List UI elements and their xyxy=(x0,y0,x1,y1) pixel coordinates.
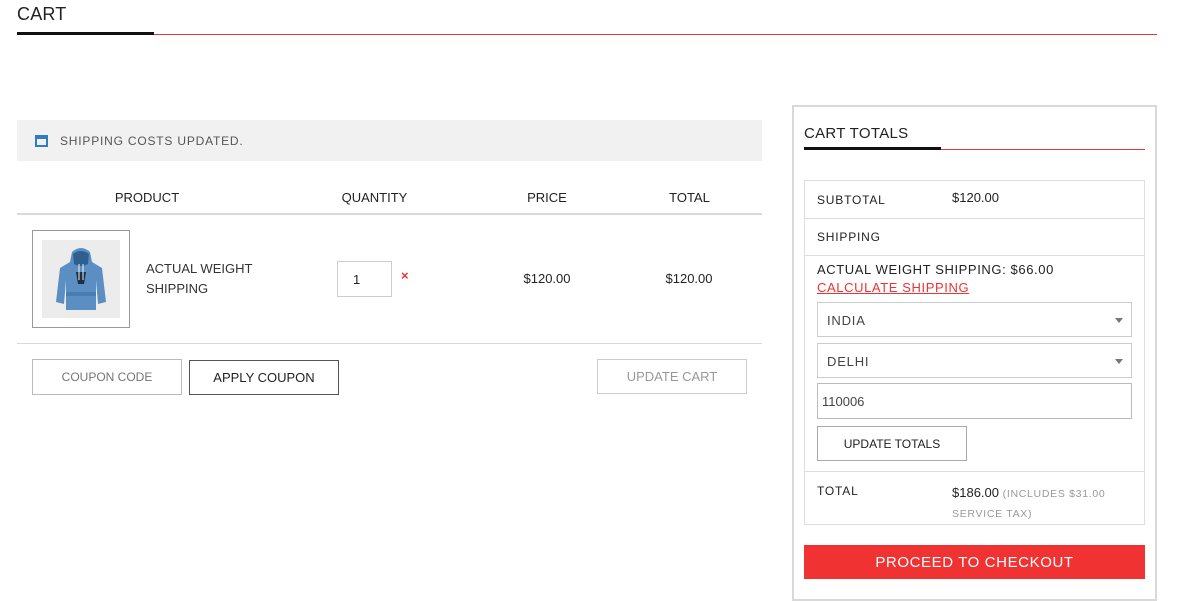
title-underline-accent xyxy=(17,32,154,35)
update-totals-button[interactable]: UPDATE TOTALS xyxy=(817,426,967,461)
shipping-label: SHIPPING xyxy=(817,230,881,244)
cart-table-header: PRODUCT QUANTITY PRICE TOTAL xyxy=(17,180,762,215)
chevron-down-icon xyxy=(1115,318,1123,323)
state-value: DELHI xyxy=(827,354,870,369)
column-price: PRICE xyxy=(527,190,567,205)
product-name-link[interactable]: ACTUAL WEIGHT SHIPPING xyxy=(146,259,286,299)
column-total: TOTAL xyxy=(669,190,710,205)
chevron-down-icon xyxy=(1115,359,1123,364)
totals-table: SUBTOTAL $120.00 SHIPPING ACTUAL WEIGHT … xyxy=(804,180,1145,525)
page-header: CART xyxy=(17,0,1157,36)
remove-item-icon[interactable]: × xyxy=(401,268,409,283)
totals-title-underline-accent xyxy=(804,147,941,150)
row-divider xyxy=(805,218,1144,219)
cart-item-row: ACTUAL WEIGHT SHIPPING × $120.00 $120.00 xyxy=(17,215,762,344)
product-thumbnail[interactable] xyxy=(32,230,130,328)
hoodie-image xyxy=(42,240,120,318)
column-quantity: QUANTITY xyxy=(341,190,408,205)
row-divider xyxy=(805,255,1144,256)
title-underline xyxy=(17,34,1157,35)
proceed-to-checkout-button[interactable]: PROCEED TO CHECKOUT xyxy=(804,545,1145,579)
calculate-shipping-link[interactable]: CALCULATE SHIPPING xyxy=(817,280,969,295)
quantity-input[interactable] xyxy=(337,261,392,297)
update-cart-button[interactable]: UPDATE CART xyxy=(597,359,747,394)
shipping-notice: SHIPPING COSTS UPDATED. xyxy=(17,120,762,161)
column-product: PRODUCT xyxy=(114,190,180,205)
postcode-input[interactable] xyxy=(817,383,1132,419)
notice-text: SHIPPING COSTS UPDATED. xyxy=(60,133,244,148)
subtotal-label: SUBTOTAL xyxy=(817,193,886,207)
country-value: INDIA xyxy=(827,313,866,328)
total-label: TOTAL xyxy=(817,484,859,498)
country-select[interactable]: INDIA xyxy=(817,302,1132,337)
cart-totals-title: CART TOTALS xyxy=(804,125,909,142)
coupon-code-input[interactable] xyxy=(32,359,182,395)
apply-coupon-button[interactable]: APPLY COUPON xyxy=(189,360,339,395)
calendar-icon xyxy=(35,134,48,147)
subtotal-value: $120.00 xyxy=(952,190,999,205)
total-value-block: $186.00 (INCLUDES $31.00 SERVICE TAX) xyxy=(952,483,1132,524)
cart-totals-panel: CART TOTALS SUBTOTAL $120.00 SHIPPING AC… xyxy=(792,105,1157,601)
shipping-method: ACTUAL WEIGHT SHIPPING: $66.00 xyxy=(817,262,1054,277)
item-total: $120.00 xyxy=(665,271,713,286)
state-select[interactable]: DELHI xyxy=(817,343,1132,378)
total-value: $186.00 xyxy=(952,485,999,500)
page-title: CART xyxy=(17,4,67,24)
item-price: $120.00 xyxy=(523,271,571,286)
row-divider xyxy=(805,471,1144,472)
